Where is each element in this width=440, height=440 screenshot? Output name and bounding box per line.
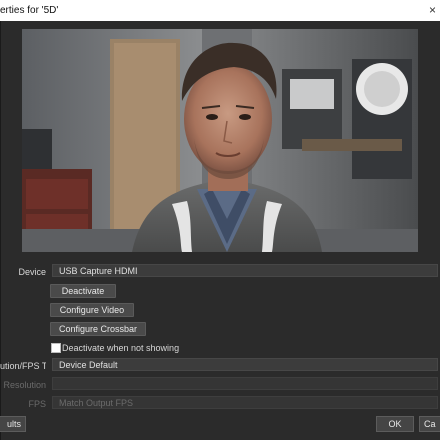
ok-button[interactable]: OK [376,416,414,432]
deactivate-when-not-showing-checkbox[interactable] [51,343,61,353]
fps-select[interactable]: Match Output FPS [52,396,438,409]
titlebar: erties for '5D' × [0,0,440,22]
configure-crossbar-button[interactable]: Configure Crossbar [50,322,146,336]
cancel-button[interactable]: Ca [419,416,440,432]
resolution-label: Resolution [3,380,46,390]
preview-image [22,29,418,252]
deactivate-button[interactable]: Deactivate [50,284,116,298]
resolution-select[interactable] [52,377,438,390]
device-select[interactable]: USB Capture HDMI [52,264,438,277]
configure-video-button[interactable]: Configure Video [50,303,134,317]
deactivate-when-not-showing-label: Deactivate when not showing [62,343,180,353]
defaults-button[interactable]: ults [0,416,26,432]
close-icon[interactable]: × [429,3,436,17]
device-label: Device [18,267,46,277]
resolution-fps-type-select[interactable]: Device Default [52,358,438,371]
resolution-fps-type-label: ution/FPS Type [0,361,46,371]
fps-label: FPS [28,399,46,409]
camera-preview [22,29,418,252]
window-title: erties for '5D' [0,5,59,16]
